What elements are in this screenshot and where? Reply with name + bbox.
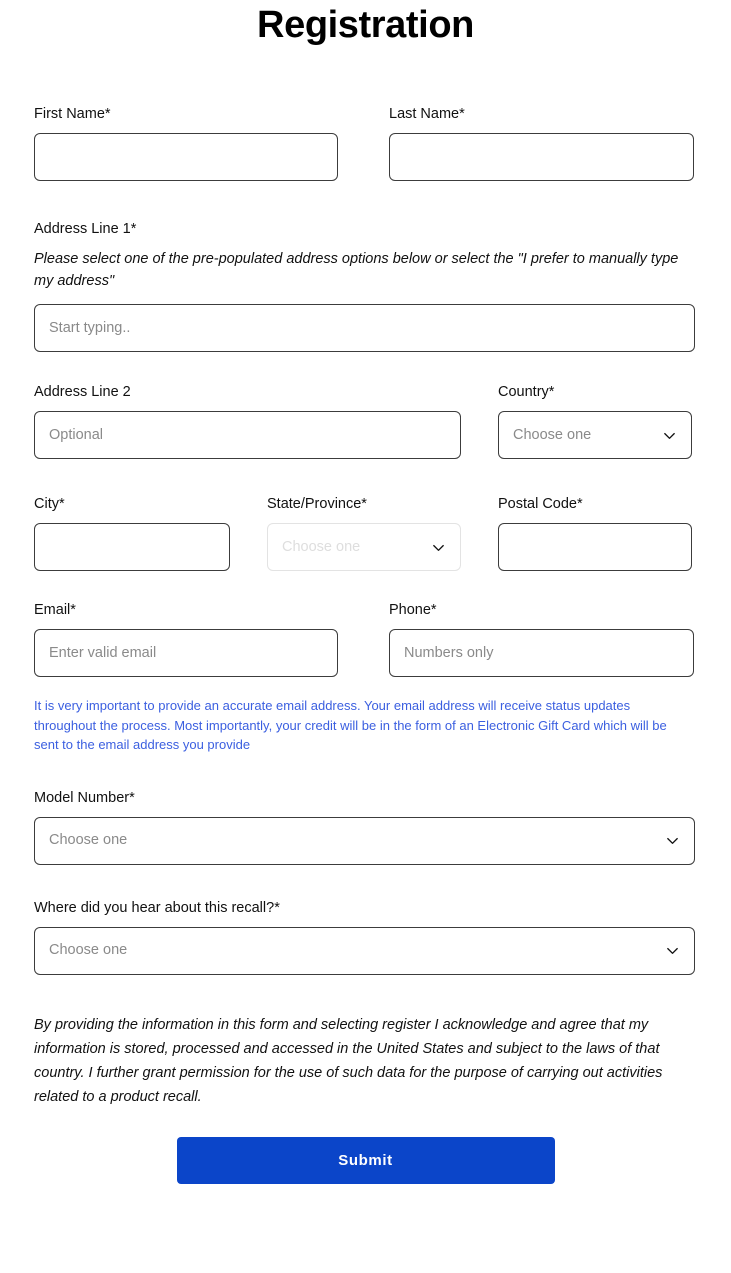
last-name-label: Last Name* [389,106,465,122]
phone-label: Phone* [389,602,437,618]
model-number-select[interactable]: Choose one [34,816,695,865]
phone-input[interactable]: Numbers only [389,629,694,677]
state-province-select[interactable]: Choose one [267,523,461,571]
disclaimer-section: By providing the information in this for… [34,975,697,1109]
country-select-value: Choose one [513,426,592,443]
chevron-down-icon [431,540,446,555]
state-province-select-value: Choose one [282,538,361,555]
recall-source-label: Where did you hear about this recall?* [34,899,280,916]
country-select[interactable]: Choose one [498,411,692,459]
address-line-1-placeholder: Start typing.. [49,319,131,336]
address-line-1-section: Address Line 1* Please select one of the… [34,181,697,352]
model-number-label: Model Number* [34,789,135,806]
address-line-1-hint: Please select one of the pre-populated a… [34,251,679,289]
postal-code-field: Postal Code* [498,495,692,571]
submit-row: Submit [34,1109,697,1184]
address-line-2-field: Address Line 2 Optional [34,383,461,459]
last-name-field: Last Name* [389,105,694,181]
name-row: First Name* Last Name* [34,46,697,181]
email-input[interactable]: Enter valid email [34,629,338,677]
disclaimer-text: By providing the information in this for… [34,1016,663,1105]
city-field: City* [34,495,230,571]
email-input-placeholder: Enter valid email [49,644,157,661]
last-name-input[interactable] [389,133,694,181]
address-line-2-label: Address Line 2 [34,384,131,400]
registration-page: Registration First Name* Last Name* Addr… [0,0,731,1184]
phone-field: Phone* Numbers only [389,601,694,677]
first-name-input[interactable] [34,133,338,181]
city-input[interactable] [34,523,230,571]
email-label: Email* [34,602,76,618]
submit-button[interactable]: Submit [176,1136,555,1184]
address-line-2-country-row: Address Line 2 Optional Country* Choose … [34,352,697,459]
country-label: Country* [498,384,555,400]
postal-code-label: Postal Code* [498,496,583,512]
email-note-text: It is very important to provide an accur… [34,698,667,752]
recall-source-section: Where did you hear about this recall?* C… [34,865,697,975]
state-province-label: State/Province* [267,496,367,512]
chevron-down-icon [665,943,680,958]
page-title: Registration [257,4,474,46]
phone-input-placeholder: Numbers only [404,644,494,661]
address-line-1-input[interactable]: Start typing.. [34,304,695,352]
recall-source-select-value: Choose one [49,942,128,959]
country-field: Country* Choose one [498,383,692,459]
email-field: Email* Enter valid email [34,601,338,677]
city-label: City* [34,496,65,512]
registration-form: First Name* Last Name* Address Line 1* P… [0,46,731,1184]
first-name-field: First Name* [34,105,338,181]
model-number-select-value: Choose one [49,832,128,849]
postal-code-input[interactable] [498,523,692,571]
chevron-down-icon [665,833,680,848]
recall-source-select[interactable]: Choose one [34,926,695,975]
model-number-section: Model Number* Choose one [34,755,697,865]
address-line-2-placeholder: Optional [49,426,104,443]
first-name-label: First Name* [34,106,111,122]
address-line-2-input[interactable]: Optional [34,411,461,459]
address-line-1-label: Address Line 1* [34,221,137,237]
chevron-down-icon [662,428,677,443]
state-province-field: State/Province* Choose one [267,495,461,571]
email-phone-row: Email* Enter valid email Phone* Numbers … [34,571,697,677]
email-note-section: It is very important to provide an accur… [34,677,697,755]
city-state-postal-row: City* State/Province* Choose one Postal … [34,459,697,571]
